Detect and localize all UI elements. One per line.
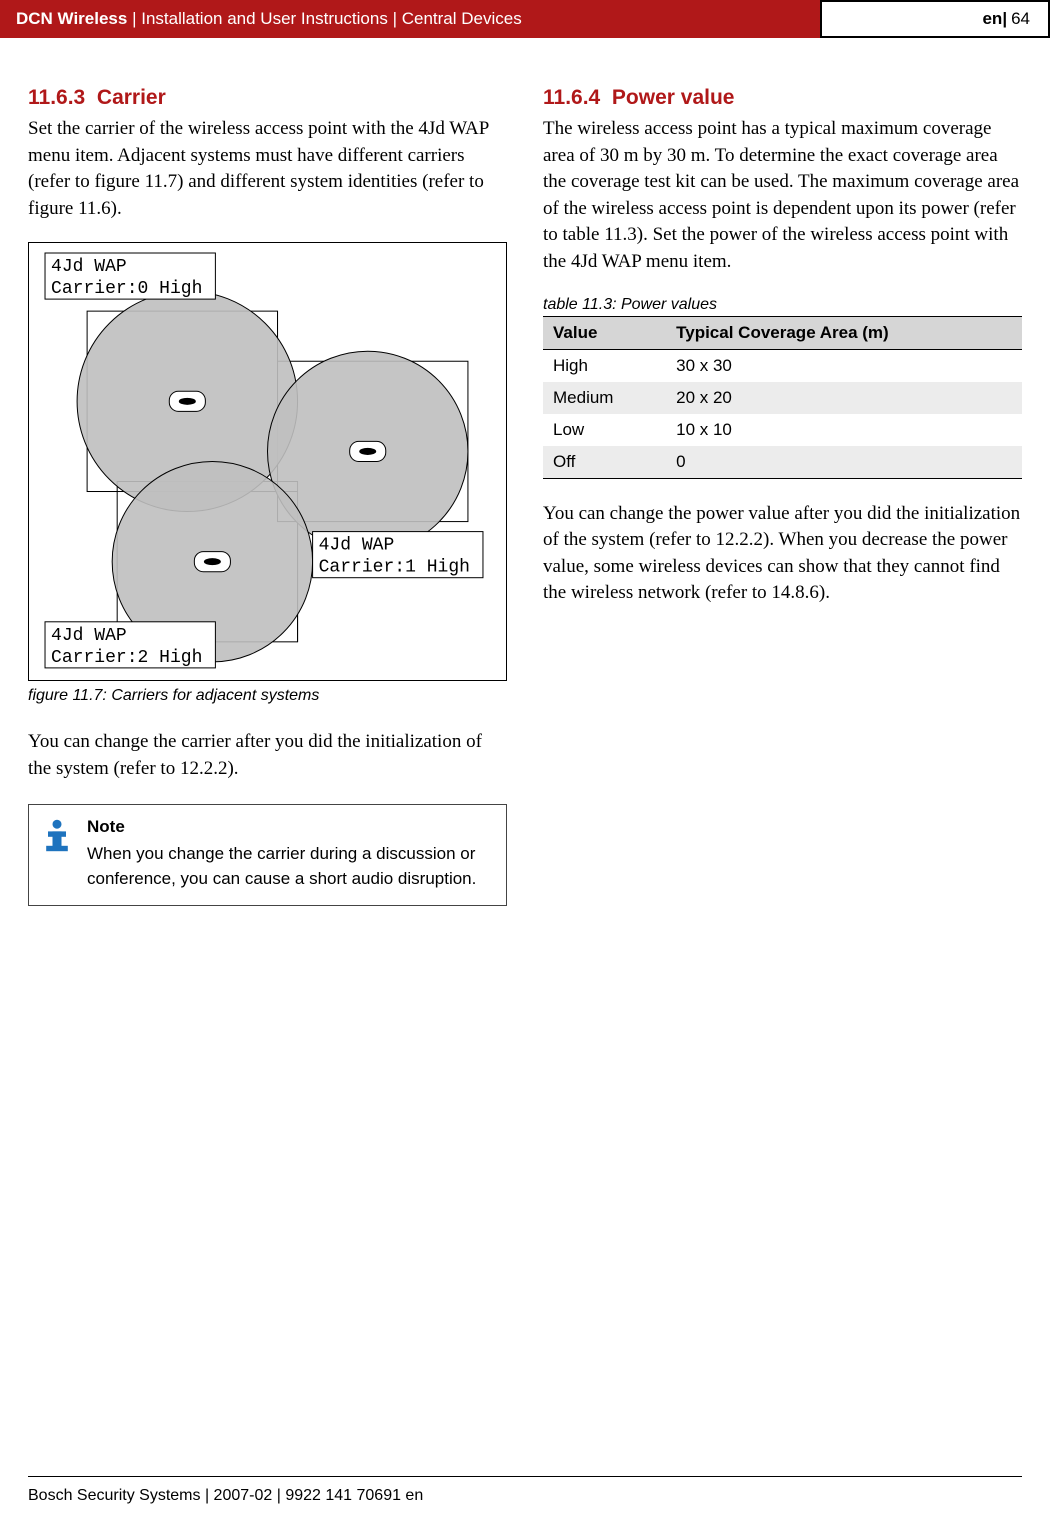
carrier-para2: You can change the carrier after you did… [28,729,507,782]
figure-11-7: 4Jd WAP Carrier:0 High 4Jd WAP Carrier:1… [28,242,507,681]
fig-label0-bot: Carrier:0 High [51,279,202,299]
chapter-title: Central Devices [402,9,522,28]
sep2: | [388,9,402,28]
section-no: 11.6.3 [28,86,85,109]
cell-value: Medium [543,382,666,414]
th-value: Value [543,316,666,349]
th-coverage: Typical Coverage Area (m) [666,316,1022,349]
power-para2: You can change the power value after you… [543,501,1022,607]
section-11-6-4-title: 11.6.4 Power value [543,86,1022,110]
table-row: High 30 x 30 [543,349,1022,382]
fig-label2-top: 4Jd WAP [51,626,127,646]
table-row: Medium 20 x 20 [543,382,1022,414]
section-name: Carrier [97,86,166,109]
fig-label2-bot: Carrier:2 High [51,648,202,668]
header-right: en | 64 [820,0,1050,38]
right-column: 11.6.4 Power value The wireless access p… [543,86,1022,906]
power-values-table: Value Typical Coverage Area (m) High 30 … [543,316,1022,479]
figure-11-7-caption: figure 11.7: Carriers for adjacent syste… [28,687,507,705]
doc-title: Installation and User Instructions [141,9,388,28]
lang-code: en [982,9,1002,29]
left-column: 11.6.3 Carrier Set the carrier of the wi… [28,86,507,906]
fig-label0-top: 4Jd WAP [51,257,127,277]
footer-text: Bosch Security Systems | 2007-02 | 9922 … [28,1487,423,1504]
cell-coverage: 20 x 20 [666,382,1022,414]
page-number: 64 [1011,9,1030,29]
table-row: Off 0 [543,446,1022,479]
fig-label1-bot: Carrier:1 High [319,558,470,578]
section-name: Power value [612,86,735,109]
cell-value: Off [543,446,666,479]
info-icon [39,815,87,891]
cell-coverage: 30 x 30 [666,349,1022,382]
table-11-3-caption: table 11.3: Power values [543,296,1022,314]
content-area: 11.6.3 Carrier Set the carrier of the wi… [0,38,1050,906]
sep1: | [127,9,141,28]
header-left: DCN Wireless | Installation and User Ins… [0,9,820,29]
power-para1: The wireless access point has a typical … [543,116,1022,276]
cell-value: Low [543,414,666,446]
note-box: Note When you change the carrier during … [28,804,507,906]
sep3: | [1002,9,1007,29]
product-name: DCN Wireless [16,9,127,28]
note-body: Note When you change the carrier during … [87,815,492,891]
page-header: DCN Wireless | Installation and User Ins… [0,0,1050,38]
carrier-para1: Set the carrier of the wireless access p… [28,116,507,222]
table-header-row: Value Typical Coverage Area (m) [543,316,1022,349]
cell-value: High [543,349,666,382]
carrier-diagram: 4Jd WAP Carrier:0 High 4Jd WAP Carrier:1… [37,251,498,672]
cell-coverage: 0 [666,446,1022,479]
note-label: Note [87,815,492,840]
cell-coverage: 10 x 10 [666,414,1022,446]
section-no: 11.6.4 [543,86,600,109]
fig-label1-top: 4Jd WAP [319,536,395,556]
page-footer: Bosch Security Systems | 2007-02 | 9922 … [28,1476,1022,1505]
section-11-6-3-title: 11.6.3 Carrier [28,86,507,110]
table-row: Low 10 x 10 [543,414,1022,446]
note-text: When you change the carrier during a dis… [87,844,476,888]
